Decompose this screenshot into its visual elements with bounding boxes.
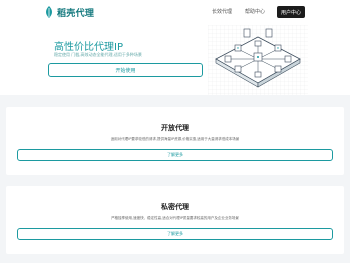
learn-more-button[interactable]: 了解更多 <box>17 149 333 161</box>
hero-subtitle: 稳定使用 门槛,高效动态全能代理,适用于多种场景 <box>54 52 142 57</box>
top-header: 稻壳代理 长效代理 帮助中心 用户中心 <box>0 0 350 25</box>
network-server-illustration <box>208 25 308 95</box>
card-description: 严格独享使用,速度快、稳定性高,适合对代理IP质量要求较高的用户及企业业务场景 <box>111 216 239 220</box>
brand-logo[interactable]: 稻壳代理 <box>44 5 94 19</box>
hero-banner: 高性价比代理IP 稳定使用 门槛,高效动态全能代理,适用于多种场景 开始使用 <box>0 25 350 95</box>
card-title: 私密代理 <box>161 203 189 211</box>
card-description: 适用对代理IP要求较低的请求,提供海量IP资源,价格实惠,适用于大量请求低成本场… <box>110 137 240 141</box>
private-proxy-card: 私密代理 严格独享使用,速度快、稳定性高,适合对代理IP质量要求较高的用户及企业… <box>6 186 344 254</box>
nav-link-help-center[interactable]: 帮助中心 <box>245 8 265 15</box>
brand-name: 稻壳代理 <box>57 8 95 19</box>
hero-title: 高性价比代理IP <box>54 42 123 53</box>
open-proxy-card: 开放代理 适用对代理IP要求较低的请求,提供海量IP资源,价格实惠,适用于大量请… <box>6 107 344 175</box>
learn-more-button[interactable]: 了解更多 <box>17 228 333 240</box>
nav-link-long-term-proxy[interactable]: 长效代理 <box>212 8 232 15</box>
brand-leaf-icon <box>46 6 52 18</box>
start-using-button[interactable]: 开始使用 <box>48 63 203 77</box>
user-center-button[interactable]: 用户中心 <box>277 6 305 18</box>
card-title: 开放代理 <box>161 124 189 132</box>
